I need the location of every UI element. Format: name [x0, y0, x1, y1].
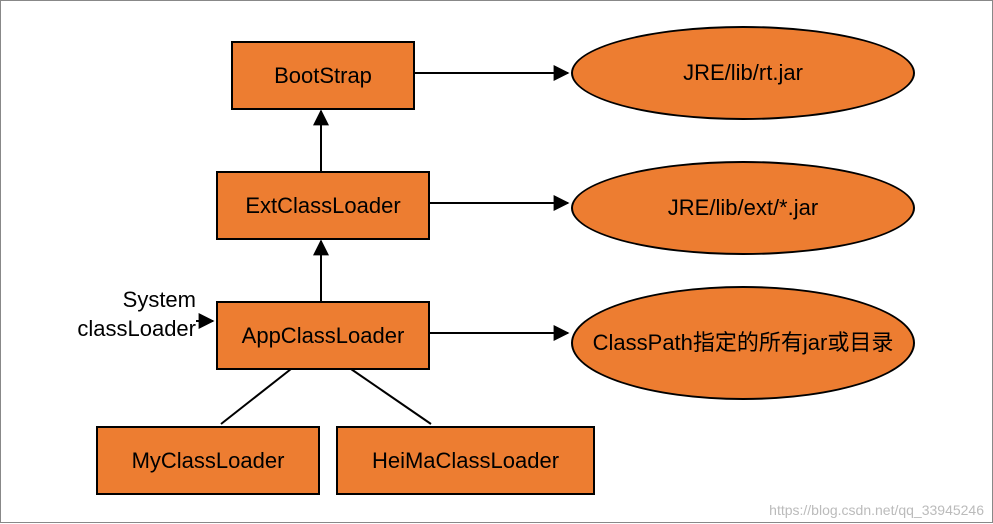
box-bootstrap-label: BootStrap [274, 63, 372, 89]
box-bootstrap: BootStrap [231, 41, 415, 110]
ellipse-extjar: JRE/lib/ext/*.jar [571, 161, 915, 255]
label-system: System classLoader [56, 286, 196, 343]
box-ext: ExtClassLoader [216, 171, 430, 240]
diagram-stage: BootStrap ExtClassLoader AppClassLoader … [0, 0, 993, 523]
box-heima-label: HeiMaClassLoader [372, 448, 559, 474]
ellipse-extjar-label: JRE/lib/ext/*.jar [668, 194, 818, 223]
box-heima: HeiMaClassLoader [336, 426, 595, 495]
box-app-label: AppClassLoader [242, 323, 405, 349]
watermark: https://blog.csdn.net/qq_33945246 [769, 502, 984, 518]
ellipse-classpath-label: ClassPath指定的所有jar或目录 [593, 329, 894, 358]
ellipse-rt-label: JRE/lib/rt.jar [683, 59, 803, 88]
ellipse-rt: JRE/lib/rt.jar [571, 26, 915, 120]
label-system-text: System classLoader [77, 287, 196, 341]
box-my: MyClassLoader [96, 426, 320, 495]
ellipse-classpath: ClassPath指定的所有jar或目录 [571, 286, 915, 400]
box-my-label: MyClassLoader [132, 448, 285, 474]
box-ext-label: ExtClassLoader [245, 193, 400, 219]
box-app: AppClassLoader [216, 301, 430, 370]
